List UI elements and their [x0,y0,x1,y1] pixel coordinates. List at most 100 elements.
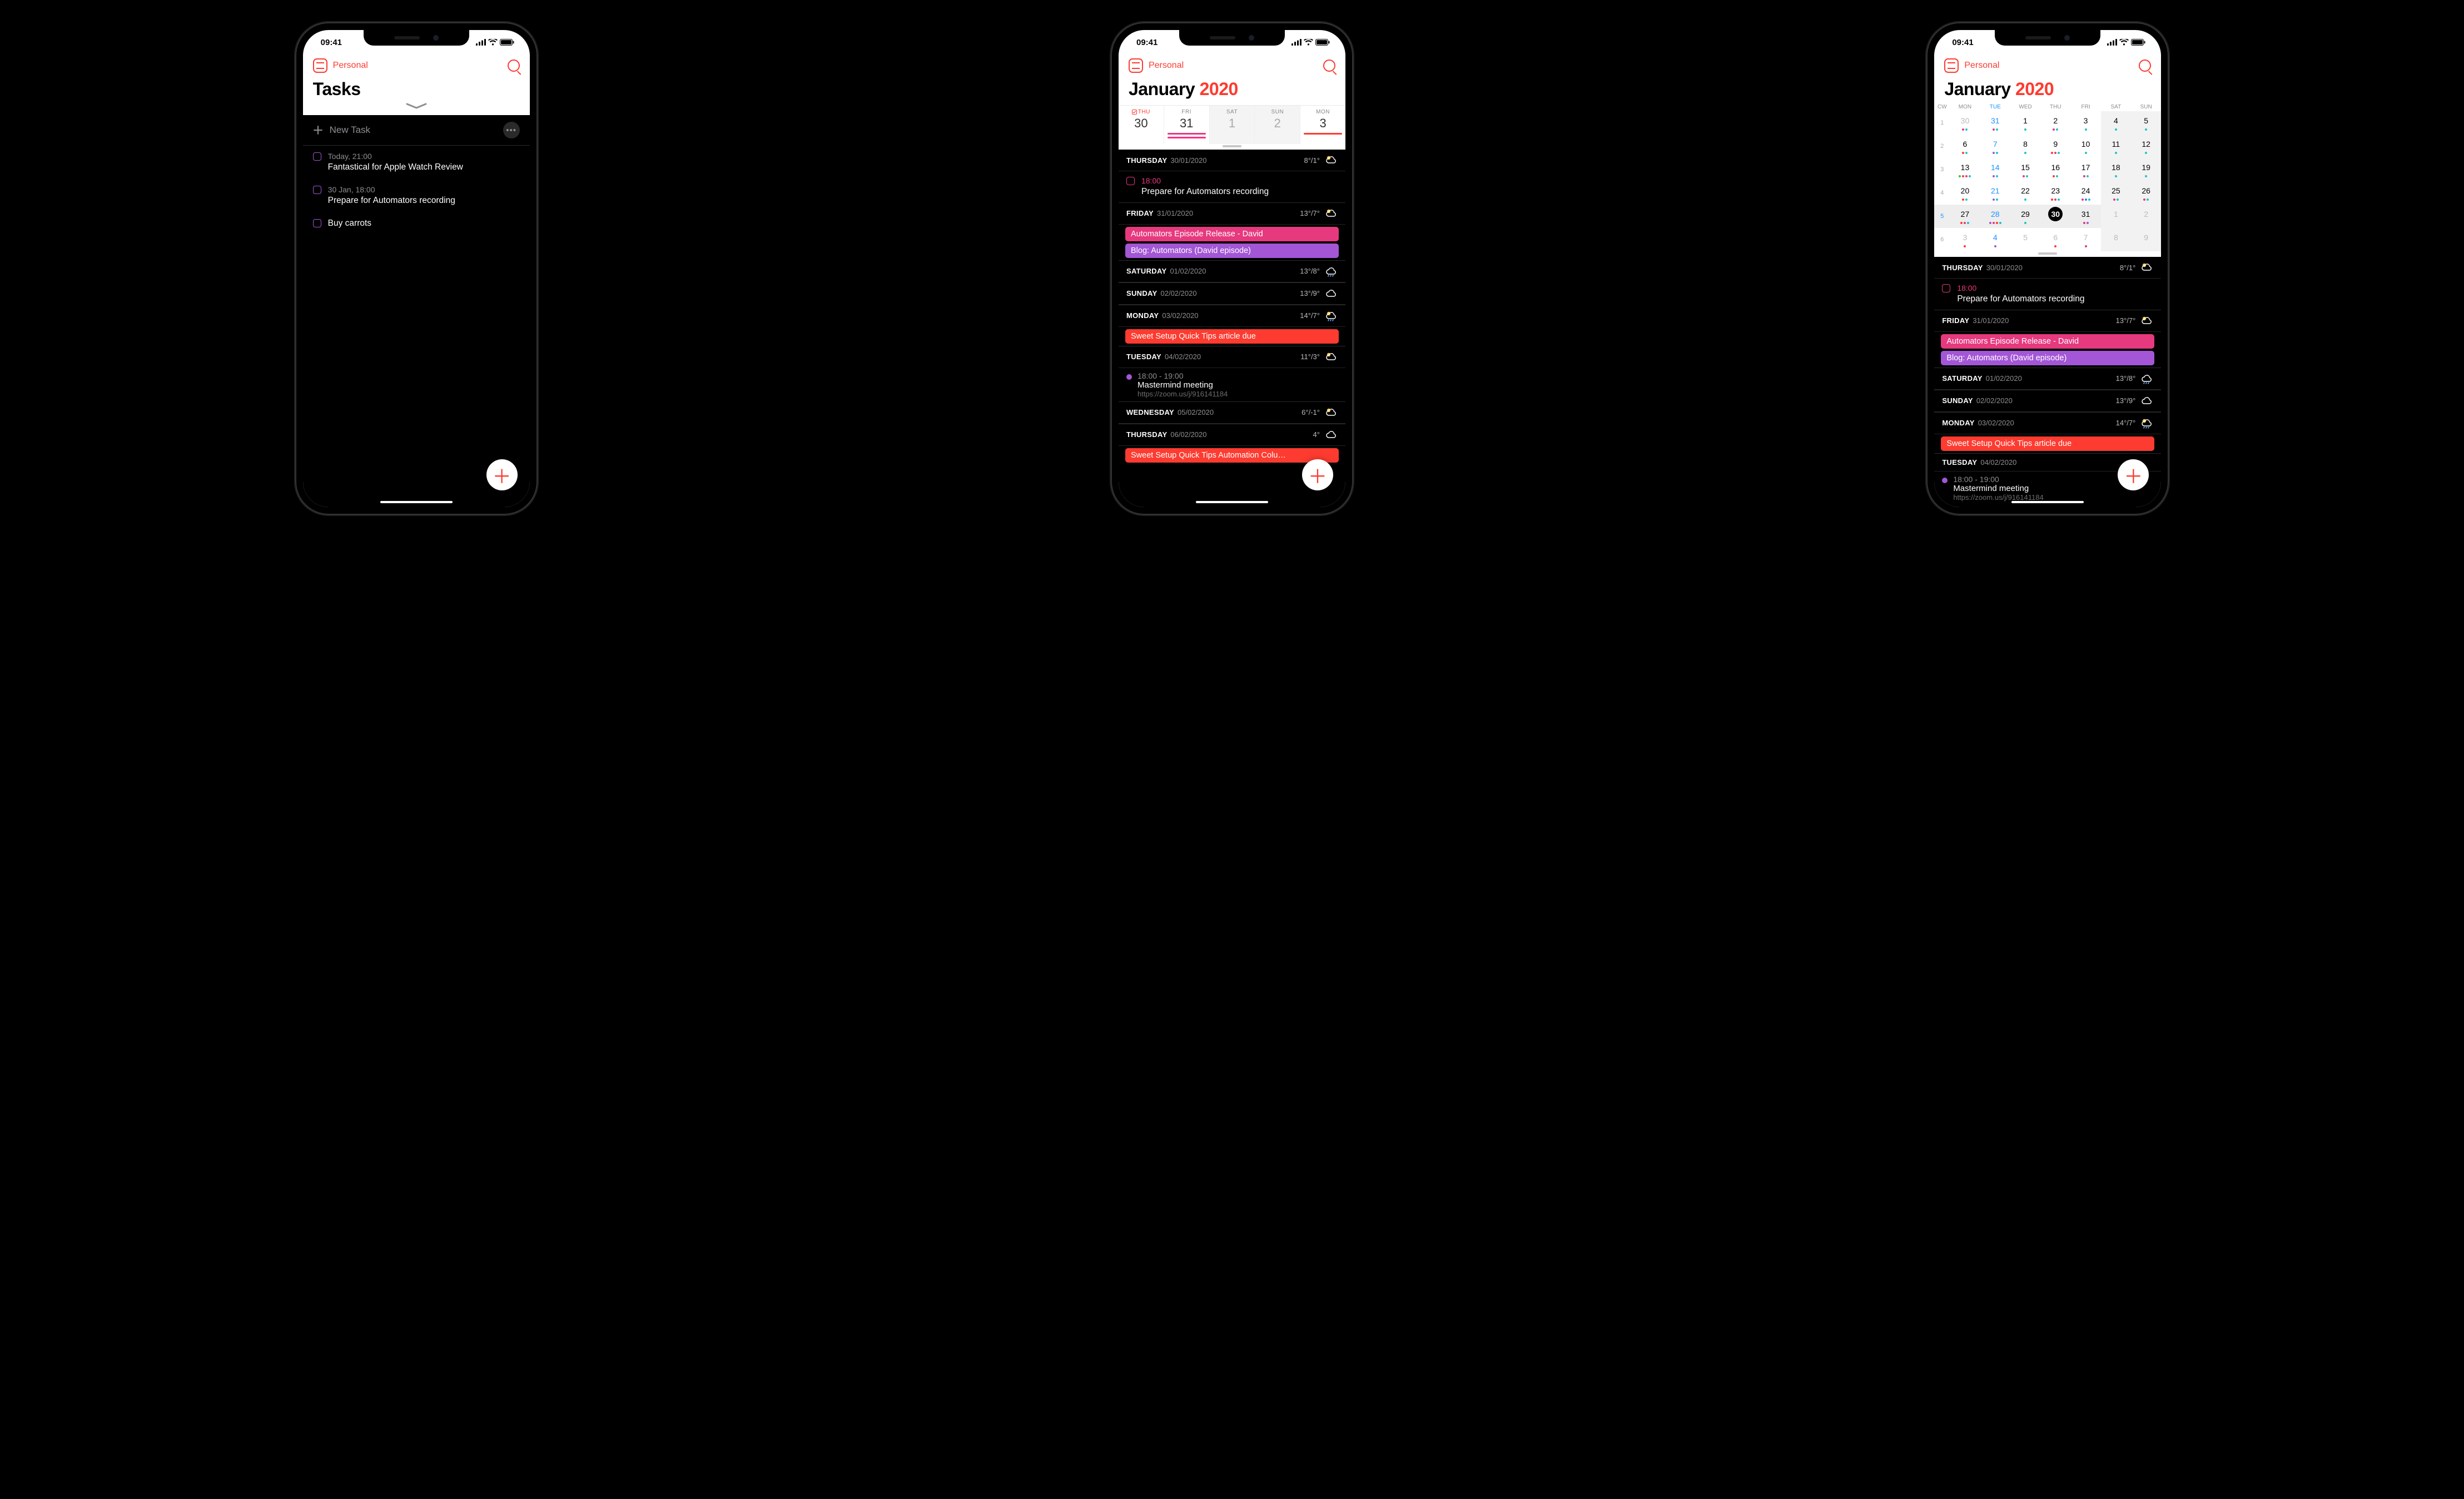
calendar-set-button[interactable]: Personal [313,58,368,73]
month-day[interactable]: 4 [1980,228,2010,251]
calendar-set-button[interactable]: Personal [1944,58,1999,73]
task-item[interactable]: Buy carrots [303,212,530,235]
month-day[interactable]: 6 [2040,228,2070,251]
month-day[interactable]: 11 [2101,135,2131,158]
month-day[interactable]: 15 [2010,158,2040,181]
wifi-icon [2119,39,2129,46]
task-item[interactable]: 18:00Prepare for Automators recording [1119,171,1345,202]
week-day[interactable]: THU30 [1119,106,1164,144]
calendar-set-label: Personal [333,61,368,71]
search-icon[interactable] [508,59,520,72]
calendar-set-label: Personal [1149,61,1184,71]
add-fab-button[interactable]: ＋ [486,459,518,490]
month-day[interactable]: 1 [2101,205,2131,228]
month-day[interactable]: 22 [2010,181,2040,205]
month-day[interactable]: 4 [2101,111,2131,135]
header: Personal Tasks [303,54,530,115]
month-day[interactable]: 26 [2131,181,2161,205]
month-day[interactable]: 8 [2010,135,2040,158]
page-title[interactable]: January 2020 [1129,79,1335,100]
task-checkbox[interactable] [313,219,321,227]
week-day[interactable]: SAT1 [1210,106,1255,144]
week-day[interactable]: SUN2 [1255,106,1300,144]
month-day[interactable]: 5 [2010,228,2040,251]
more-button[interactable]: ••• [503,122,520,138]
all-day-event[interactable]: Blog: Automators (David episode) [1125,244,1339,258]
week-day[interactable]: FRI31 [1164,106,1210,144]
month-grid[interactable]: CWMONTUEWEDTHUFRISATSUN13031123452678910… [1934,102,2161,251]
month-day[interactable]: 23 [2040,181,2070,205]
month-day[interactable]: 17 [2070,158,2100,181]
month-day[interactable]: 14 [1980,158,2010,181]
search-icon[interactable] [1323,59,1335,72]
add-fab-button[interactable]: ＋ [1302,459,1333,490]
month-day[interactable]: 16 [2040,158,2070,181]
timed-event[interactable]: 18:00 - 19:00Mastermind meetinghttps://z… [1119,368,1345,401]
task-checkbox[interactable] [313,186,321,194]
month-day[interactable]: 31 [2070,205,2100,228]
task-checkbox[interactable] [1942,284,1950,292]
agenda-list[interactable]: THURSDAY30/01/2020 8°/1° 18:00Prepare fo… [1119,150,1345,507]
signal-icon [2107,39,2117,46]
day-header: TUESDAY04/02/2020 11°/3° [1119,346,1345,368]
task-item[interactable]: Today, 21:00 Fantastical for Apple Watch… [303,146,530,179]
month-day[interactable]: 28 [1980,205,2010,228]
month-day[interactable]: 13 [1950,158,1980,181]
all-day-event[interactable]: Sweet Setup Quick Tips Automation Colu… [1125,448,1339,463]
month-day[interactable]: 5 [2131,111,2161,135]
calendar-set-button[interactable]: Personal [1129,58,1184,73]
month-day[interactable]: 2 [2131,205,2161,228]
month-day[interactable]: 9 [2040,135,2070,158]
add-fab-button[interactable]: ＋ [2118,459,2149,490]
month-day[interactable]: 10 [2070,135,2100,158]
all-day-event[interactable]: Automators Episode Release - David [1125,227,1339,241]
search-icon[interactable] [2139,59,2151,72]
week-day[interactable]: MON3 [1300,106,1345,144]
all-day-event[interactable]: Automators Episode Release - David [1941,334,2154,349]
drag-handle[interactable] [1934,251,2161,257]
weather-icon [1324,406,1338,419]
day-header: FRIDAY31/01/2020 13°/7° [1934,310,2161,332]
expand-chevron-icon[interactable] [313,103,520,110]
week-strip[interactable]: THU30FRI31SAT1SUN2MON3 [1119,105,1345,144]
home-indicator[interactable] [2011,501,2084,503]
day-header: WEDNESDAY05/02/2020 6°/-1° [1119,401,1345,424]
task-checkbox[interactable] [313,152,321,161]
month-day[interactable]: 18 [2101,158,2131,181]
month-day[interactable]: 30 [1950,111,1980,135]
all-day-event[interactable]: Blog: Automators (David episode) [1941,351,2154,365]
month-day[interactable]: 6 [1950,135,1980,158]
month-day[interactable]: 7 [1980,135,2010,158]
month-day[interactable]: 30 [2040,205,2070,228]
month-day[interactable]: 8 [2101,228,2131,251]
month-day[interactable]: 31 [1980,111,2010,135]
month-day[interactable]: 7 [2070,228,2100,251]
all-day-event[interactable]: Sweet Setup Quick Tips article due [1941,436,2154,451]
task-checkbox[interactable] [1126,177,1135,185]
month-day[interactable]: 27 [1950,205,1980,228]
month-day[interactable]: 1 [2010,111,2040,135]
month-day[interactable]: 2 [2040,111,2070,135]
month-day[interactable]: 3 [1950,228,1980,251]
status-time: 09:41 [321,38,342,47]
month-day[interactable]: 25 [2101,181,2131,205]
month-day[interactable]: 9 [2131,228,2161,251]
drag-handle[interactable] [1119,144,1345,150]
event-dot [1126,374,1132,380]
month-day[interactable]: 3 [2070,111,2100,135]
new-task-button[interactable]: New Task [313,125,370,136]
task-item[interactable]: 18:00Prepare for Automators recording [1934,279,2161,310]
home-indicator[interactable] [380,501,453,503]
page-title[interactable]: January 2020 [1944,79,2151,100]
month-day[interactable]: 19 [2131,158,2161,181]
task-item[interactable]: 30 Jan, 18:00 Prepare for Automators rec… [303,179,530,212]
temperature: 13°/7° [2116,316,2136,325]
month-day[interactable]: 12 [2131,135,2161,158]
all-day-event[interactable]: Sweet Setup Quick Tips article due [1125,329,1339,344]
month-day[interactable]: 21 [1980,181,2010,205]
month-day[interactable]: 24 [2070,181,2100,205]
month-day[interactable]: 29 [2010,205,2040,228]
temperature: 8°/1° [1304,156,1320,165]
home-indicator[interactable] [1196,501,1268,503]
month-day[interactable]: 20 [1950,181,1980,205]
